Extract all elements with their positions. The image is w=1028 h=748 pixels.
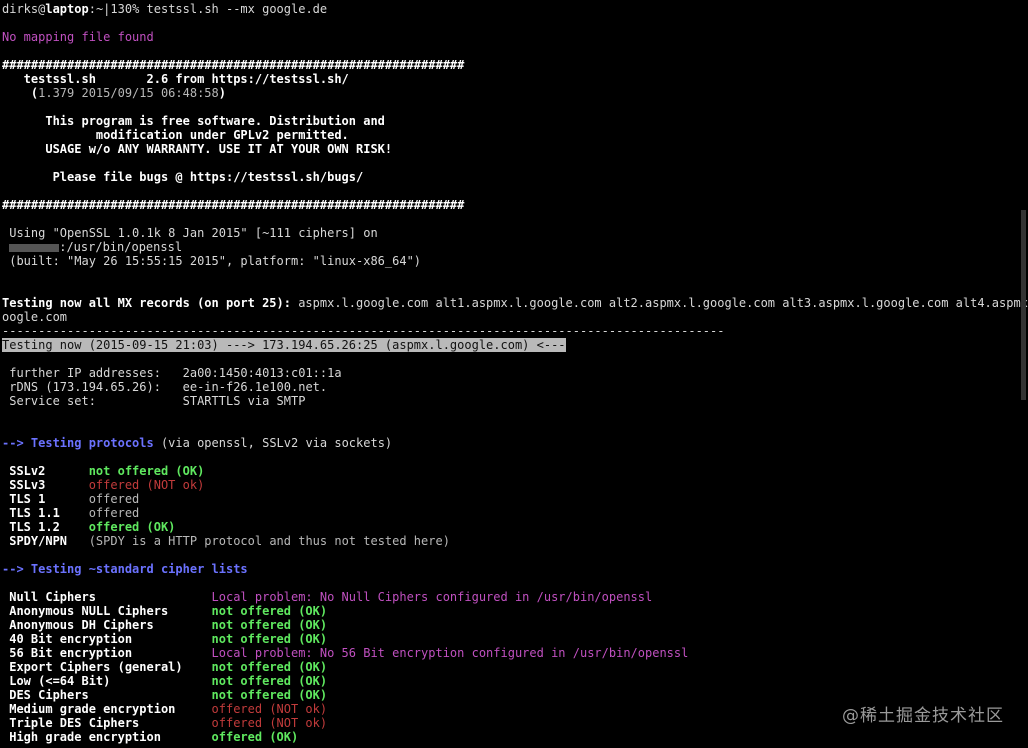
protocol-value: offered — [88, 506, 140, 520]
openssl-info-line-3: (built: "May 26 15:55:15 2015", platform… — [2, 254, 422, 268]
protocol-row: SSLv2 not offered (OK) — [2, 464, 204, 478]
ciphers-heading: --> Testing ~standard cipher lists — [2, 562, 248, 576]
cipher-label: 56 Bit encryption — [2, 646, 212, 660]
cipher-value: not offered (OK) — [211, 632, 328, 646]
protocol-row: TLS 1.1 offered — [2, 506, 139, 520]
cipher-label: DES Ciphers — [2, 688, 212, 702]
cipher-value: not offered (OK) — [211, 674, 328, 688]
cipher-label: Triple DES Ciphers — [2, 716, 212, 730]
protocol-value: (SPDY is a HTTP protocol and thus not te… — [88, 534, 450, 548]
testing-now-banner: Testing now (2015-09-15 21:03) ---> 173.… — [2, 338, 566, 352]
protocols-title: Testing protocols — [30, 436, 154, 450]
cipher-value: not offered (OK) — [211, 604, 328, 618]
cipher-label: Export Ciphers (general) — [2, 660, 212, 674]
protocol-label: TLS 1 — [2, 492, 89, 506]
banner-license-1: This program is free software. Distribut… — [2, 114, 385, 128]
redacted-path — [9, 243, 60, 252]
protocol-label: TLS 1.1 — [2, 506, 89, 520]
cipher-label: Null Ciphers — [2, 590, 212, 604]
openssl-info-line-1: Using "OpenSSL 1.0.1k 8 Jan 2015" [~111 … — [2, 226, 378, 240]
cipher-value: offered (NOT ok) — [211, 702, 328, 716]
cipher-label: Low (<=64 Bit) — [2, 674, 212, 688]
protocol-value: offered — [88, 492, 140, 506]
banner-version-line: testssl.sh 2.6 from https://testssl.sh/ — [2, 72, 349, 86]
protocol-label: SSLv3 — [2, 478, 89, 492]
no-mapping-message: No mapping file found — [2, 30, 154, 44]
protocols-note: (via openssl, SSLv2 via sockets) — [153, 436, 393, 450]
cipher-value: offered (OK) — [211, 730, 299, 744]
host-info-value: ee-in-f26.1e100.net. — [182, 380, 328, 394]
host-info-label: Service set: — [2, 394, 183, 408]
prompt-host: laptop — [45, 2, 89, 16]
protocol-row: TLS 1 offered — [2, 492, 139, 506]
openssl-info-line-2: :/usr/bin/openssl — [2, 240, 182, 254]
arrow-icon: --> — [2, 562, 31, 576]
banner-build-close: ) — [218, 86, 226, 100]
cipher-row: Low (<=64 Bit) not offered (OK) — [2, 674, 327, 688]
banner-warranty: USAGE w/o ANY WARRANTY. USE IT AT YOUR O… — [2, 142, 393, 156]
protocols-heading: --> Testing protocols (via openssl, SSLv… — [2, 436, 392, 450]
protocol-label: TLS 1.2 — [2, 520, 89, 534]
cipher-row: 56 Bit encryption Local problem: No 56 B… — [2, 646, 688, 660]
cipher-row: High grade encryption offered (OK) — [2, 730, 298, 744]
cipher-row: 40 Bit encryption not offered (OK) — [2, 632, 327, 646]
host-info-label: rDNS (173.194.65.26): — [2, 380, 183, 394]
cipher-value: offered (NOT ok) — [211, 716, 328, 730]
cipher-label: High grade encryption — [2, 730, 212, 744]
protocol-row: TLS 1.2 offered (OK) — [2, 520, 175, 534]
cipher-label: Anonymous DH Ciphers — [2, 618, 212, 632]
cipher-row: Anonymous NULL Ciphers not offered (OK) — [2, 604, 327, 618]
host-info-label: further IP addresses: — [2, 366, 183, 380]
cipher-row: Medium grade encryption offered (NOT ok) — [2, 702, 327, 716]
terminal-window[interactable]: dirks@laptop:~|130% testssl.sh --mx goog… — [2, 0, 1028, 748]
banner-version-text: testssl.sh 2.6 from — [2, 72, 212, 86]
host-info-value: 2a00:1450:4013:c01::1a — [182, 366, 342, 380]
arrow-icon: --> — [2, 436, 31, 450]
scrollbar-thumb[interactable] — [1021, 210, 1026, 400]
prompt-user: dirks — [2, 2, 39, 16]
cipher-value: Local problem: No Null Ciphers configure… — [211, 590, 653, 604]
host-info-row: rDNS (173.194.65.26): ee-in-f26.1e100.ne… — [2, 380, 327, 394]
cipher-row: Triple DES Ciphers offered (NOT ok) — [2, 716, 327, 730]
cipher-label: 40 Bit encryption — [2, 632, 212, 646]
divider-line: ----------------------------------------… — [2, 324, 725, 338]
cipher-row: Anonymous DH Ciphers not offered (OK) — [2, 618, 327, 632]
banner-build-line: (1.379 2015/09/15 06:48:58) — [2, 86, 226, 100]
cipher-value: not offered (OK) — [211, 618, 328, 632]
protocol-value: not offered (OK) — [88, 464, 205, 478]
banner-url: https://testssl.sh/ — [211, 72, 349, 86]
host-info-row: further IP addresses: 2a00:1450:4013:c01… — [2, 366, 342, 380]
cipher-row: Export Ciphers (general) not offered (OK… — [2, 660, 327, 674]
banner-build-open: ( — [2, 86, 39, 100]
banner-bugs: Please file bugs @ https://testssl.sh/bu… — [2, 170, 364, 184]
host-info-value: STARTTLS via SMTP — [182, 394, 306, 408]
banner-hash-bottom: ########################################… — [2, 198, 465, 212]
protocol-value: offered (NOT ok) — [88, 478, 205, 492]
banner-hash-top: ########################################… — [2, 58, 465, 72]
cipher-label: Medium grade encryption — [2, 702, 212, 716]
mx-records-label: Testing now all MX records (on port 25): — [2, 296, 291, 310]
cipher-value: not offered (OK) — [211, 688, 328, 702]
protocol-label: SPDY/NPN — [2, 534, 89, 548]
banner-license-2: modification under GPLv2 permitted. — [2, 128, 349, 142]
ciphers-title: Testing ~standard cipher lists — [30, 562, 248, 576]
protocol-label: SSLv2 — [2, 464, 89, 478]
mx-records-line: Testing now all MX records (on port 25):… — [2, 296, 1028, 310]
cipher-label: Anonymous NULL Ciphers — [2, 604, 212, 618]
mx-records-wrap: oogle.com — [2, 310, 68, 324]
protocol-value: offered (OK) — [88, 520, 176, 534]
prompt-command: :~|130% testssl.sh --mx google.de — [88, 2, 328, 16]
banner-build-version: 1.379 2015/09/15 06:48:58 — [38, 86, 219, 100]
cipher-row: DES Ciphers not offered (OK) — [2, 688, 327, 702]
protocol-row: SSLv3 offered (NOT ok) — [2, 478, 204, 492]
mx-records-list: aspmx.l.google.com alt1.aspmx.l.google.c… — [290, 296, 1028, 310]
host-info-row: Service set: STARTTLS via SMTP — [2, 394, 305, 408]
watermark-text: @稀土掘金技术社区 — [842, 706, 1004, 726]
cipher-value: not offered (OK) — [211, 660, 328, 674]
cipher-value: Local problem: No 56 Bit encryption conf… — [211, 646, 689, 660]
shell-prompt-line: dirks@laptop:~|130% testssl.sh --mx goog… — [2, 2, 327, 16]
openssl-path: :/usr/bin/openssl — [59, 240, 183, 254]
protocol-row: SPDY/NPN (SPDY is a HTTP protocol and th… — [2, 534, 450, 548]
cipher-row: Null Ciphers Local problem: No Null Ciph… — [2, 590, 652, 604]
